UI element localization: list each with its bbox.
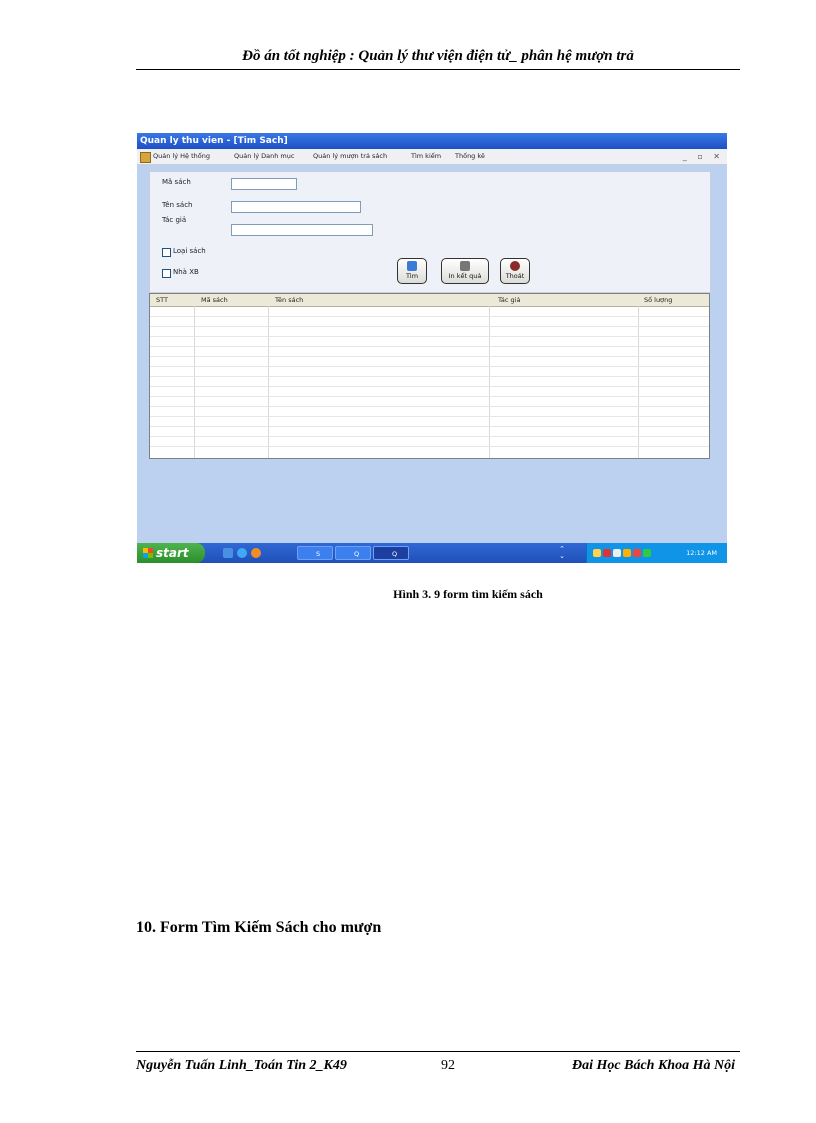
task-label: S (316, 550, 321, 558)
col-tac-gia[interactable]: Tác giả (498, 296, 520, 304)
menu-bar: Quản lý Hệ thống Quản lý Danh mục Quản l… (137, 149, 727, 165)
app-icon (140, 152, 151, 163)
grid-row-line (150, 436, 709, 437)
grid-row-line (150, 356, 709, 357)
tac-gia-input[interactable] (231, 224, 373, 236)
tray-icon[interactable] (593, 549, 601, 557)
tac-gia-label: Tác giả (162, 216, 187, 224)
figure-caption: Hình 3. 9 form tìm kiếm sách (136, 587, 740, 602)
col-stt[interactable]: STT (156, 296, 168, 304)
grid-row-line (150, 376, 709, 377)
start-label: start (156, 546, 189, 560)
task-label: Q (392, 550, 398, 558)
quicklaunch-desktop-icon[interactable] (223, 548, 233, 558)
grid-row-line (150, 396, 709, 397)
grid-row-line (150, 386, 709, 387)
task-button-active[interactable]: Q (373, 546, 409, 560)
ten-sach-input[interactable] (231, 201, 361, 213)
thoat-button-label: Thoát (505, 272, 525, 280)
ma-sach-input[interactable] (231, 178, 297, 190)
taskbar-scroll-icon[interactable]: ⌃ ⌄ (557, 546, 567, 560)
window-titlebar: Quan ly thu vien - [Tim Sach] (137, 133, 727, 149)
quicklaunch-firefox-icon[interactable] (251, 548, 261, 558)
footer-author: Nguyễn Tuấn Linh_Toán Tin 2_K49 (136, 1058, 347, 1073)
tray-icon[interactable] (623, 549, 631, 557)
search-icon (407, 261, 417, 271)
col-so-luong[interactable]: Số lượng (644, 296, 672, 304)
grid-header: STT Mã sách Tên sách Tác giả Số lượng (150, 294, 709, 307)
loai-sach-label: Loại sách (173, 247, 206, 255)
ten-sach-label: Tên sách (162, 201, 193, 209)
tim-button-label: Tìm (405, 272, 419, 280)
clock: 12:12 AM (686, 549, 717, 557)
page-number: 92 (441, 1058, 455, 1073)
tim-button[interactable]: Tìm (397, 258, 427, 284)
grid-row-line (150, 426, 709, 427)
menu-tim-kiem[interactable]: Tìm kiếm (411, 149, 441, 164)
col-ten-sach[interactable]: Tên sách (275, 296, 303, 304)
tray-icon[interactable] (633, 549, 641, 557)
results-grid[interactable]: STT Mã sách Tên sách Tác giả Số lượng (149, 293, 710, 459)
window-title: Quan ly thu vien - [Tim Sach] (140, 136, 288, 146)
grid-row-line (150, 406, 709, 407)
task-button[interactable]: Q (335, 546, 371, 560)
menu-danh-muc[interactable]: Quản lý Danh mục (234, 149, 294, 164)
nha-xb-checkbox[interactable] (162, 269, 171, 278)
grid-row-line (150, 346, 709, 347)
mdi-controls[interactable]: _ ▫ ✕ (683, 149, 724, 164)
quicklaunch-ie-icon[interactable] (237, 548, 247, 558)
taskbar: start S Q Q ⌃ ⌄ 12:12 AM (137, 543, 727, 563)
task-button[interactable]: S (297, 546, 333, 560)
print-icon (460, 261, 470, 271)
windows-logo-icon (143, 548, 153, 558)
footer-rule (136, 1051, 740, 1052)
start-button[interactable]: start (137, 543, 205, 563)
in-ket-qua-label: In kết quả (448, 272, 482, 280)
task-label: Q (354, 550, 360, 558)
tray-icon[interactable] (643, 549, 651, 557)
exit-icon (510, 261, 520, 271)
grid-row-line (150, 316, 709, 317)
menu-he-thong[interactable]: Quản lý Hệ thống (153, 149, 210, 164)
system-tray: 12:12 AM (586, 543, 727, 563)
thoat-button[interactable]: Thoát (500, 258, 530, 284)
tray-icon[interactable] (613, 549, 621, 557)
page-header: Đồ án tốt nghiệp : Quản lý thư viện điện… (242, 48, 634, 64)
loai-sach-checkbox[interactable] (162, 248, 171, 257)
grid-row-line (150, 366, 709, 367)
header-rule (136, 69, 740, 70)
tray-icon[interactable] (603, 549, 611, 557)
section-heading: 10. Form Tìm Kiếm Sách cho mượn (136, 919, 382, 936)
caption-text: Hình 3. 9 form tìm kiếm sách (393, 587, 543, 601)
in-ket-qua-button[interactable]: In kết quả (441, 258, 489, 284)
grid-row-line (150, 326, 709, 327)
search-form: Mã sách Tên sách Tác giả Loại sách Nhà X… (149, 171, 711, 293)
menu-thong-ke[interactable]: Thống kê (455, 149, 485, 164)
col-ma-sach[interactable]: Mã sách (201, 296, 228, 304)
footer-institution: Đai Học Bách Khoa Hà Nội (572, 1058, 735, 1073)
grid-row-line (150, 416, 709, 417)
grid-row-line (150, 446, 709, 447)
grid-row-line (150, 336, 709, 337)
ma-sach-label: Mã sách (162, 178, 191, 186)
app-screenshot: Quan ly thu vien - [Tim Sach] Quản lý Hệ… (137, 133, 727, 563)
menu-muon-tra[interactable]: Quản lý mượn trả sách (313, 149, 387, 164)
nha-xb-label: Nhà XB (173, 268, 199, 276)
